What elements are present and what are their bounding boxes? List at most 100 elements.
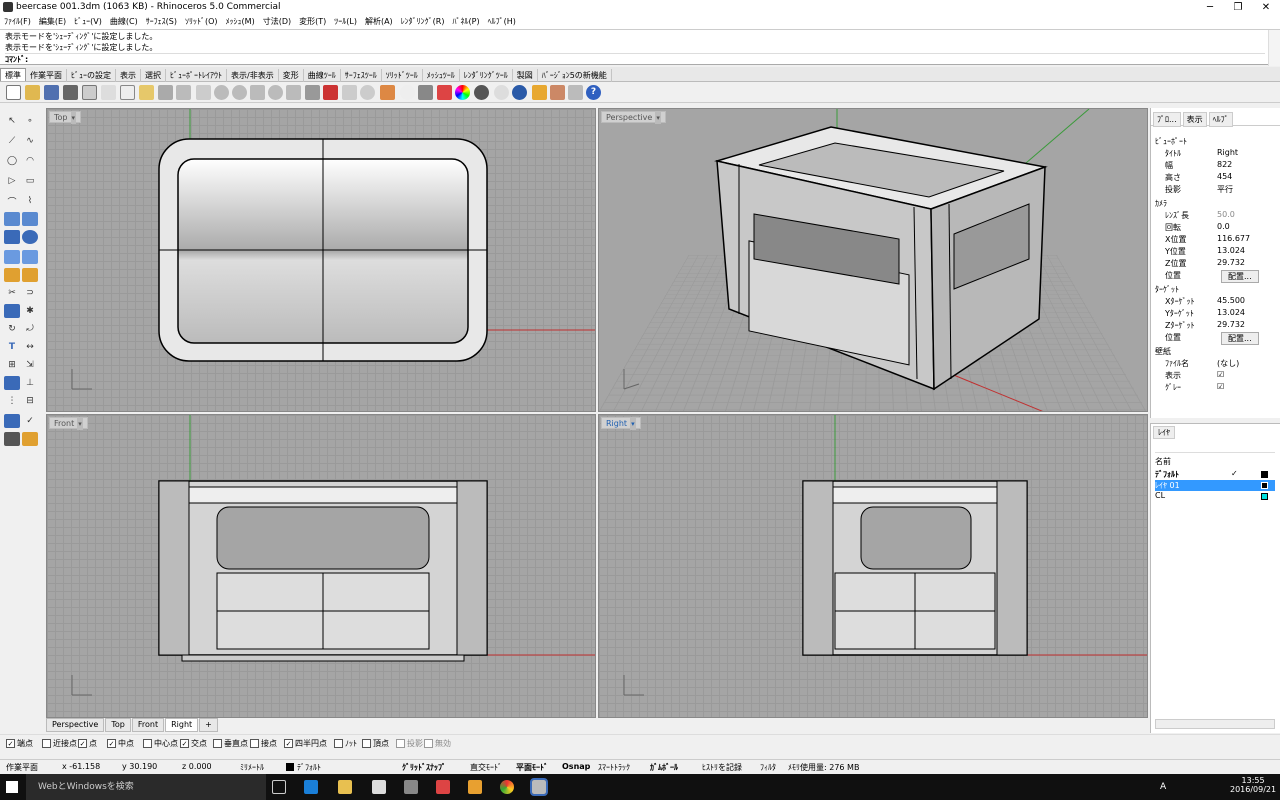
rhino-taskbar-icon[interactable] — [530, 778, 548, 796]
viewport-top[interactable]: Top ▾ — [46, 108, 596, 412]
status-smarttrack[interactable]: ｽﾏｰﾄﾄﾗｯｸ — [598, 762, 630, 773]
rendered-sphere-icon[interactable] — [494, 85, 509, 100]
analyze-icon[interactable] — [4, 376, 20, 390]
join-icon[interactable]: ⊃ — [22, 286, 38, 300]
wallpaper-show-checkbox[interactable]: ☑ — [1217, 370, 1224, 379]
materials-icon[interactable] — [550, 85, 565, 100]
zoom-extents-icon[interactable] — [250, 85, 265, 100]
chevron-down-icon[interactable]: ▾ — [70, 112, 77, 124]
menu-curve[interactable]: 曲線(C) — [106, 15, 142, 29]
osnap-item[interactable]: 中心点 — [143, 738, 178, 749]
tab-mesh-tools[interactable]: ﾒｯｼｭﾂｰﾙ — [423, 69, 460, 82]
chevron-down-icon[interactable]: ▾ — [77, 418, 83, 430]
rotate-view-icon[interactable] — [196, 85, 211, 100]
osnap-checkbox[interactable]: ✓ — [107, 739, 116, 748]
block-icon[interactable]: ⊞ — [4, 358, 20, 372]
osnap-item[interactable]: ✓ 中点 — [107, 738, 134, 749]
command-scrollbar[interactable] — [1268, 30, 1280, 66]
explode-icon[interactable]: ✱ — [22, 304, 38, 318]
zoom-icon[interactable] — [214, 85, 229, 100]
open-file-icon[interactable] — [25, 85, 40, 100]
lights-icon[interactable] — [532, 85, 547, 100]
taskbar-search[interactable]: WebとWindowsを検索 — [26, 774, 266, 800]
prop-value[interactable]: (なし) — [1217, 358, 1239, 369]
options-icon[interactable] — [568, 85, 583, 100]
close-button[interactable]: ✕ — [1252, 0, 1280, 15]
current-layer-check[interactable]: ✓ — [1231, 469, 1238, 478]
layer-icon[interactable] — [437, 85, 452, 100]
render-icon[interactable] — [512, 85, 527, 100]
undo-icon[interactable] — [158, 85, 173, 100]
layer-row[interactable]: CL — [1155, 491, 1275, 502]
prop-value[interactable]: 29.732 — [1217, 258, 1245, 267]
osnap-item[interactable]: ✓ 四半円点 — [284, 738, 327, 749]
task-view-icon[interactable] — [272, 780, 286, 794]
vp-tab-right[interactable]: Right — [165, 718, 199, 732]
tab-select[interactable]: 選択 — [141, 69, 166, 82]
menu-help[interactable]: ﾍﾙﾌﾟ(H) — [484, 15, 520, 29]
select-arrow-icon[interactable]: ↖ — [4, 114, 20, 128]
scale-icon[interactable]: ⇲ — [22, 358, 38, 372]
tray-lang[interactable]: A — [1160, 782, 1166, 792]
osnap-checkbox[interactable]: ✓ — [6, 739, 15, 748]
viewport-label-front[interactable]: Front ▾ — [49, 417, 88, 430]
tab-properties[interactable]: ﾌﾟﾛ... — [1153, 112, 1181, 127]
paint-icon[interactable] — [22, 432, 38, 446]
tab-new-in-v5[interactable]: ﾊﾞｰｼﾞｮﾝ5の新機能 — [538, 69, 612, 82]
prop-value[interactable]: 0.0 — [1217, 222, 1230, 231]
tab-curve-tools[interactable]: 曲線ﾂｰﾙ — [304, 69, 341, 82]
loft-icon[interactable] — [22, 212, 38, 226]
osnap-checkbox[interactable] — [396, 739, 405, 748]
split-icon[interactable] — [22, 268, 38, 282]
status-record-history[interactable]: ﾋｽﾄﾘを記録 — [702, 762, 742, 773]
render-mesh-icon[interactable] — [4, 432, 20, 446]
cut-icon[interactable] — [101, 85, 116, 100]
zoom-selected-icon[interactable] — [268, 85, 283, 100]
status-grid-snap[interactable]: ｸﾞﾘｯﾄﾞｽﾅｯﾌﾟ — [402, 762, 446, 773]
circle-icon[interactable]: ◯ — [4, 154, 20, 168]
edge-icon[interactable] — [304, 780, 318, 794]
osnap-item[interactable]: 接点 — [250, 738, 277, 749]
osnap-item[interactable]: ✓ 点 — [78, 738, 97, 749]
polyline-icon[interactable]: ⟋ — [4, 134, 20, 148]
copy-icon[interactable] — [120, 85, 135, 100]
restore-button[interactable]: ❐ — [1224, 0, 1252, 15]
osnap-item[interactable]: ✓ 端点 — [6, 738, 33, 749]
osnap-checkbox[interactable] — [213, 739, 222, 748]
lights-tool-icon[interactable] — [4, 268, 20, 282]
menu-solid[interactable]: ｿﾘｯﾄﾞ(O) — [181, 15, 222, 29]
save-icon[interactable] — [44, 85, 59, 100]
tab-solid-tools[interactable]: ｿﾘｯﾄﾞﾂｰﾙ — [382, 69, 423, 82]
tab-standard[interactable]: 標準 — [0, 68, 26, 81]
vp-tab-top[interactable]: Top — [105, 718, 131, 732]
osnap-item[interactable]: ✓ 交点 — [180, 738, 207, 749]
tab-set-view[interactable]: ﾋﾞｭｰの設定 — [67, 69, 116, 82]
check-icon[interactable]: ✓ — [22, 414, 38, 428]
print-icon[interactable] — [63, 85, 78, 100]
app-icon[interactable] — [468, 780, 482, 794]
menu-view[interactable]: ﾋﾞｭｰ(V) — [70, 15, 106, 29]
menu-transform[interactable]: 変形(T) — [295, 15, 330, 29]
tab-display[interactable]: 表示 — [116, 69, 141, 82]
tablet-icon[interactable] — [404, 780, 418, 794]
new-file-icon[interactable] — [6, 85, 21, 100]
windows-start-icon[interactable] — [6, 781, 18, 793]
text-icon[interactable]: T — [4, 340, 20, 354]
paste-icon[interactable] — [139, 85, 154, 100]
osnap-item[interactable]: 無効 — [424, 738, 451, 749]
tab-viewport-layout[interactable]: ﾋﾞｭｰﾎﾟｰﾄﾚｲｱｳﾄ — [166, 69, 227, 82]
viewport-front[interactable]: Front ▾ — [46, 414, 596, 718]
tab-cplane[interactable]: 作業平面 — [26, 69, 67, 82]
undo-view-icon[interactable] — [286, 85, 301, 100]
pan-hand-icon[interactable] — [176, 85, 191, 100]
menu-panels[interactable]: ﾊﾟﾈﾙ(P) — [449, 15, 484, 29]
menu-surface[interactable]: ｻｰﾌｪｽ(S) — [142, 15, 181, 29]
mail-icon[interactable] — [436, 780, 450, 794]
curve-icon[interactable]: ∿ — [22, 134, 38, 148]
menu-edit[interactable]: 編集(E) — [35, 15, 70, 29]
menu-dimension[interactable]: 寸法(D) — [259, 15, 295, 29]
box-solid-icon[interactable] — [4, 230, 20, 244]
prop-value[interactable]: 50.0 — [1217, 210, 1235, 219]
rectangle-icon[interactable]: ▭ — [22, 174, 38, 188]
projection-select[interactable]: 平行 — [1217, 184, 1233, 195]
